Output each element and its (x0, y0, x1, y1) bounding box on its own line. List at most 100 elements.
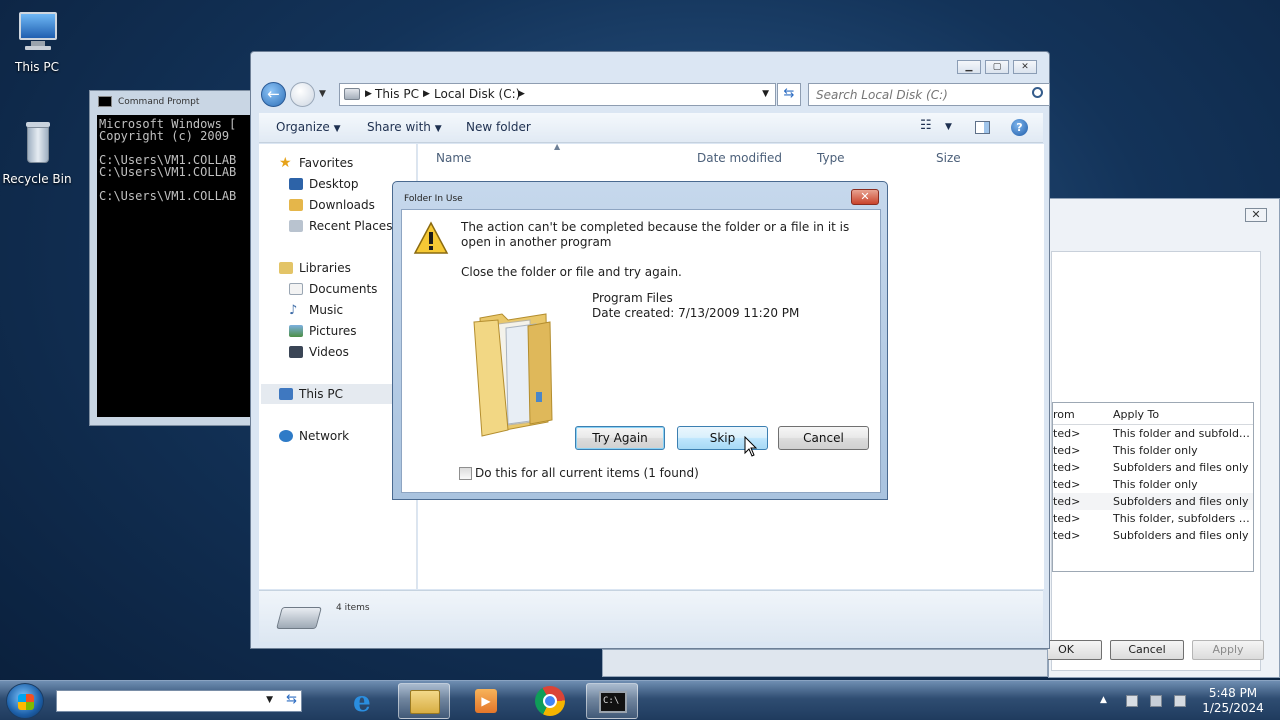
nav-pictures[interactable]: Pictures (289, 321, 357, 341)
table-row[interactable]: ted> Subfolders and files only (1053, 527, 1253, 544)
cell-inherited: ted> (1053, 529, 1081, 542)
table-row[interactable]: ted> Subfolders and files only (1053, 493, 1253, 510)
desktop-icon-label: This PC (15, 60, 59, 74)
table-header: rom Apply To (1053, 403, 1253, 425)
column-header-date-modified[interactable]: Date modified (697, 151, 782, 165)
pictures-icon (289, 325, 303, 337)
nav-documents[interactable]: Documents (289, 279, 377, 299)
share-with-menu[interactable]: Share with ▼ (367, 120, 442, 134)
taskbar-chrome[interactable] (524, 683, 576, 719)
cmd-title: Command Prompt (118, 97, 200, 107)
action-center-icon[interactable] (1126, 695, 1138, 707)
table-row[interactable]: ted> This folder, subfolders and files (1053, 510, 1253, 527)
nav-videos[interactable]: Videos (289, 342, 349, 362)
column-header-apply-to[interactable]: Apply To (1113, 403, 1251, 421)
apply-to-all-label[interactable]: Do this for all current items (1 found) (475, 466, 699, 480)
column-header-type[interactable]: Type (817, 151, 845, 165)
nav-favorites[interactable]: ★ Favorites (279, 153, 353, 173)
taskbar-file-explorer[interactable] (398, 683, 450, 719)
cell-inherited: ted> (1053, 478, 1081, 491)
nav-desktop[interactable]: Desktop (289, 174, 359, 194)
organize-menu[interactable]: Organize ▼ (276, 120, 341, 134)
cell-inherited: ted> (1053, 495, 1081, 508)
address-row: ← ▼ ▶ This PC ▶ Local Disk (C:) ▶ ▼ ⇆ (259, 80, 1050, 110)
column-header-inherited-from[interactable]: rom (1053, 403, 1108, 421)
forward-button[interactable] (290, 82, 315, 107)
cmd-line: C:\Users\VM1.COLLAB (99, 189, 237, 203)
view-options-icon[interactable]: ☷ (920, 118, 932, 133)
cmd-titlebar[interactable]: Command Prompt (90, 91, 258, 113)
dialog-body: The action can't be completed because th… (401, 209, 881, 493)
chevron-right-icon[interactable]: ▶ (518, 84, 525, 105)
taskbar-clock[interactable]: 5:48 PM 1/25/2024 (1196, 686, 1270, 716)
taskbar-command-prompt[interactable]: C:\ (586, 683, 638, 719)
chevron-down-icon[interactable]: ▼ (266, 695, 273, 705)
mouse-cursor-icon (744, 436, 758, 457)
show-hidden-icons-icon[interactable]: ▲ (1100, 695, 1112, 707)
network-tray-icon[interactable] (1150, 695, 1162, 707)
address-bar[interactable]: ▶ This PC ▶ Local Disk (C:) ▶ ▼ (339, 83, 776, 106)
address-dropdown-icon[interactable]: ▼ (762, 84, 769, 105)
breadcrumb-local-disk[interactable]: Local Disk (C:) (434, 84, 520, 105)
column-header-size[interactable]: Size (936, 151, 961, 165)
cell-inherited: ted> (1053, 427, 1081, 440)
permissions-cancel-button[interactable]: Cancel (1110, 640, 1184, 660)
back-button[interactable]: ← (261, 82, 286, 107)
preview-pane-icon[interactable] (975, 121, 990, 134)
folder-icon (473, 313, 553, 437)
command-prompt-window[interactable]: Command Prompt Microsoft Windows [Copyri… (89, 90, 259, 426)
taskbar-address-box[interactable]: ▼ ⇆ (56, 690, 302, 712)
permissions-table[interactable]: rom Apply To ted> This folder and subfold… (1052, 402, 1254, 572)
clock-date: 1/25/2024 (1202, 701, 1264, 715)
go-button-icon[interactable]: ⇆ (286, 692, 297, 707)
chevron-right-icon[interactable]: ▶ (423, 84, 430, 105)
refresh-button[interactable]: ⇆ (777, 83, 801, 106)
cell-apply-to: This folder, subfolders and files (1113, 512, 1251, 525)
table-row[interactable]: ted> This folder only (1053, 476, 1253, 493)
item-date: Date created: 7/13/2009 11:20 PM (592, 306, 800, 320)
start-button[interactable] (6, 683, 44, 719)
taskbar-internet-explorer[interactable]: e (342, 683, 394, 719)
permissions-panel: rom Apply To ted> This folder and subfold… (1051, 251, 1261, 671)
table-row[interactable]: ted> This folder and subfolders (1053, 425, 1253, 442)
table-row[interactable]: ted> This folder only (1053, 442, 1253, 459)
cancel-button[interactable]: Cancel (778, 426, 869, 450)
try-again-button[interactable]: Try Again (575, 426, 665, 450)
taskbar-media-player[interactable]: ▶ (460, 683, 512, 719)
folder-in-use-dialog[interactable]: Folder In Use ✕ The action can't be comp… (392, 181, 888, 500)
view-dropdown-icon[interactable]: ▼ (945, 122, 952, 132)
close-button[interactable]: ✕ (1013, 60, 1037, 74)
nav-network[interactable]: Network (279, 426, 349, 446)
permissions-apply-button[interactable]: Apply (1192, 640, 1264, 660)
computer-icon (13, 8, 61, 56)
nav-music[interactable]: ♪ Music (289, 300, 343, 320)
minimize-button[interactable]: ▁ (957, 60, 981, 74)
search-input[interactable] (816, 85, 1026, 105)
chevron-down-icon: ▼ (333, 124, 341, 134)
maximize-button[interactable]: ▢ (985, 60, 1009, 74)
search-box[interactable] (808, 83, 1050, 106)
item-name: Program Files (592, 291, 673, 305)
desktop-icon-this-pc[interactable]: This PC (0, 8, 74, 74)
permissions-dialog[interactable]: ✕ rom Apply To ted> This folder and subfo… (1048, 198, 1280, 678)
recent-pages-dropdown-icon[interactable]: ▼ (319, 89, 326, 99)
nav-libraries[interactable]: Libraries (279, 258, 351, 278)
dialog-close-button[interactable]: ✕ (851, 189, 879, 205)
column-header-name[interactable]: Name (436, 151, 471, 165)
search-icon[interactable] (1032, 87, 1043, 98)
nav-recent-places[interactable]: Recent Places (289, 216, 392, 236)
cmd-console[interactable]: Microsoft Windows [Copyright (c) 2009 C:\… (97, 115, 258, 417)
cell-apply-to: Subfolders and files only (1113, 461, 1249, 474)
apply-to-all-checkbox[interactable] (459, 467, 472, 480)
nav-downloads[interactable]: Downloads (289, 195, 375, 215)
permissions-close-button[interactable]: ✕ (1245, 208, 1267, 222)
volume-icon[interactable] (1174, 695, 1186, 707)
chevron-right-icon[interactable]: ▶ (365, 84, 372, 105)
refresh-icon: ⇆ (783, 86, 795, 101)
table-row[interactable]: ted> Subfolders and files only (1053, 459, 1253, 476)
help-icon[interactable]: ? (1011, 119, 1028, 136)
new-folder-button[interactable]: New folder (466, 120, 531, 134)
folder-icon (410, 690, 440, 714)
breadcrumb-this-pc[interactable]: This PC (375, 84, 419, 105)
desktop-icon-recycle-bin[interactable]: Recycle Bin (0, 120, 74, 186)
